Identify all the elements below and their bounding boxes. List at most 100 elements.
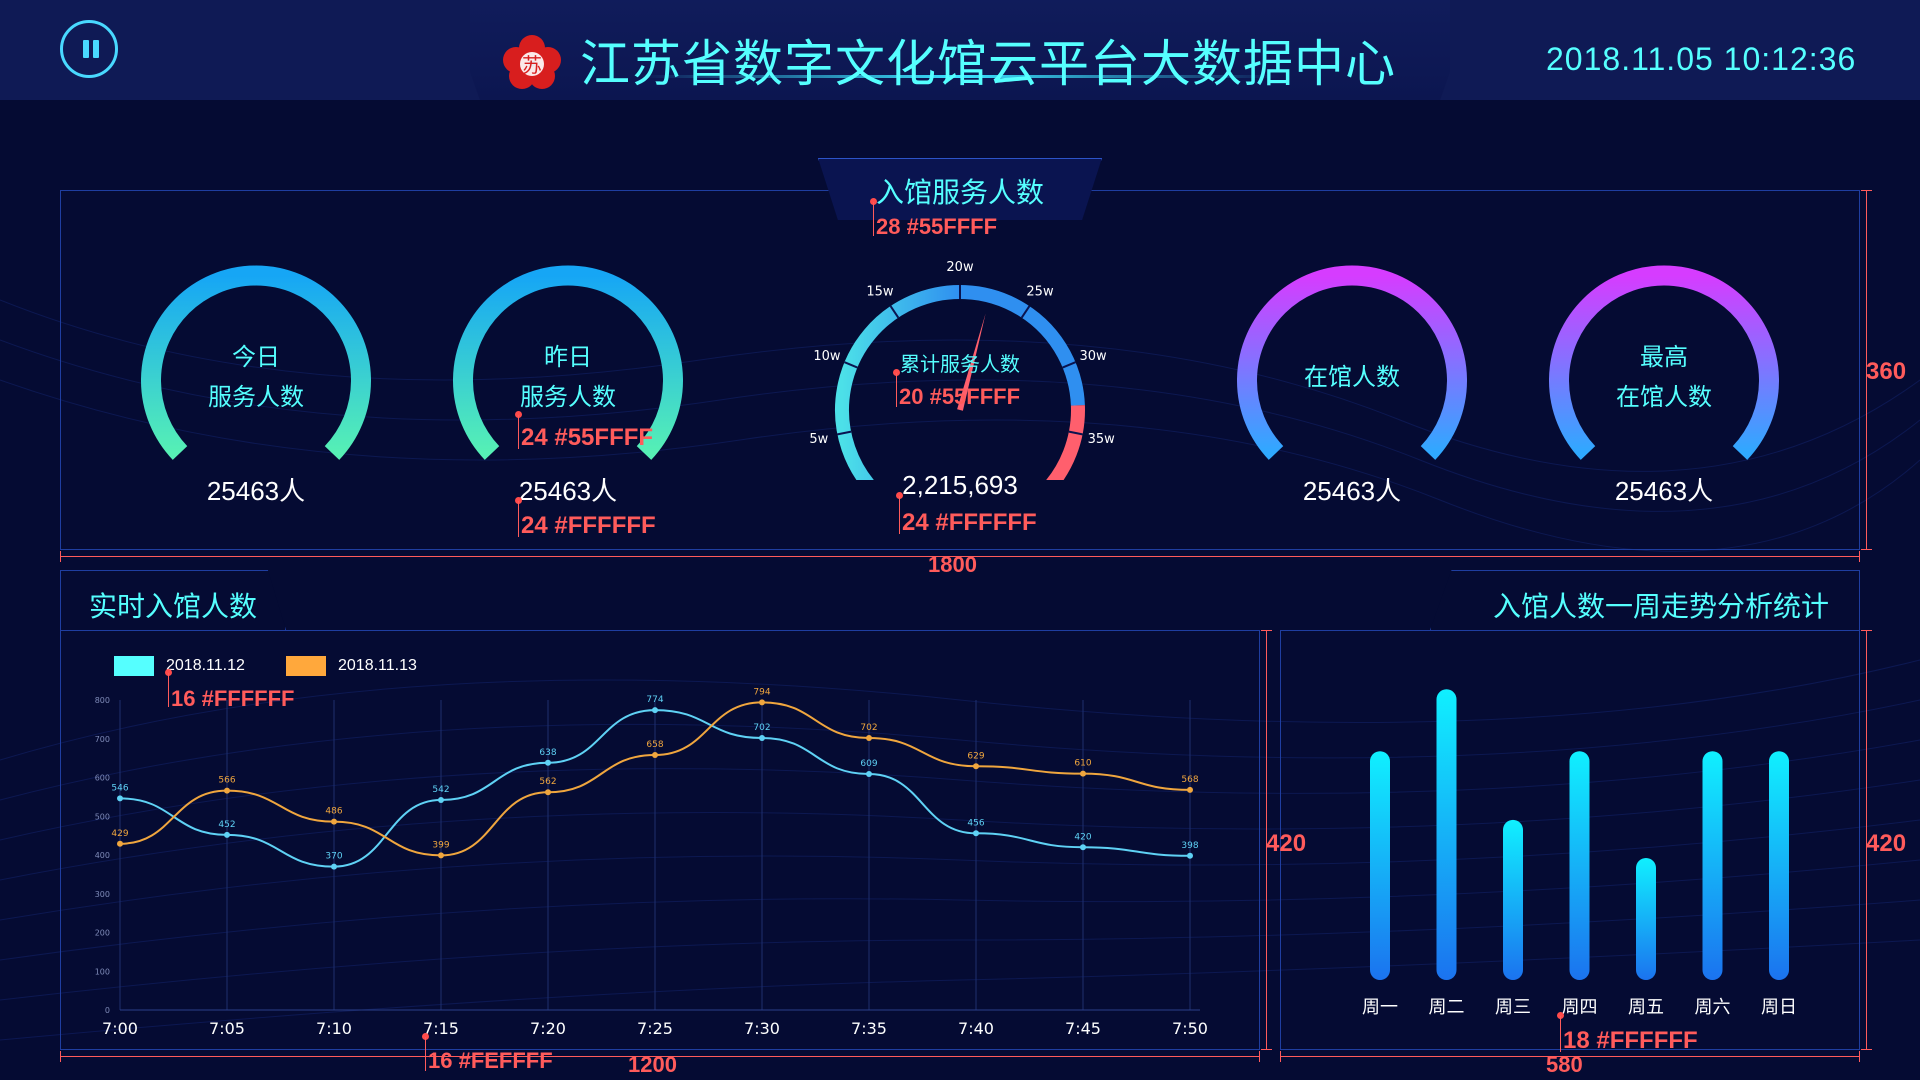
dimension-line xyxy=(60,551,1860,562)
dimension-line xyxy=(1861,630,1872,1050)
y-tick-label: 300 xyxy=(95,890,110,899)
gauge-label: 服务人数 xyxy=(208,384,304,411)
data-label: 774 xyxy=(646,695,663,705)
realtime-panel-title: 实时入馆人数 xyxy=(89,591,258,622)
realtime-panel-tab: 实时入馆人数 xyxy=(60,570,286,630)
gauge-label: 昨日 xyxy=(544,344,592,371)
x-tick-label: 7:00 xyxy=(102,1019,138,1038)
bar xyxy=(1436,689,1457,980)
data-label: 452 xyxy=(218,820,235,830)
datetime: 2018.11.05 10:12:36 xyxy=(1546,41,1857,77)
category-label: 周一 xyxy=(1362,997,1398,1018)
data-label: 702 xyxy=(753,723,770,733)
gauge-yesterday: 昨日 服务人数 25463人 xyxy=(450,258,686,508)
data-point xyxy=(331,863,337,870)
gauge-label: 在馆人数 xyxy=(1304,364,1400,391)
data-point xyxy=(545,759,551,766)
annotation-leader xyxy=(168,673,169,707)
data-point xyxy=(224,787,230,794)
gauge-label: 服务人数 xyxy=(520,384,616,411)
data-label: 546 xyxy=(111,783,128,793)
category-label: 周五 xyxy=(1628,997,1664,1018)
x-tick-label: 7:30 xyxy=(744,1019,780,1038)
speedometer: 05w10w15w20w25w30w35w40w 累计服务人数 2,215,69… xyxy=(790,250,1130,550)
speedometer-tick-label: 5w xyxy=(809,432,828,447)
x-tick-label: 7:40 xyxy=(958,1019,994,1038)
data-point xyxy=(652,707,658,714)
data-point xyxy=(1080,770,1086,777)
legend-item: 2018.11.13 xyxy=(286,656,417,676)
data-label: 638 xyxy=(539,748,556,758)
page-title: 江苏省数字文化馆云平台大数据中心 xyxy=(580,36,1396,92)
gauge-label: 最高 xyxy=(1640,344,1688,371)
annotation-leader xyxy=(518,501,519,537)
y-tick-label: 500 xyxy=(95,812,110,821)
bar xyxy=(1769,751,1789,980)
service-panel-tab: 入馆服务人数 xyxy=(818,158,1102,220)
gauge-peak: 最高 在馆人数 25463人 xyxy=(1546,258,1782,508)
y-tick-label: 100 xyxy=(95,967,110,976)
bar xyxy=(1370,751,1390,980)
legend-label: 2018.11.12 xyxy=(166,657,245,674)
bar xyxy=(1702,751,1723,980)
data-label: 456 xyxy=(967,818,984,828)
logo-text: 苏 xyxy=(522,53,542,77)
x-tick-label: 7:25 xyxy=(637,1019,673,1038)
data-point xyxy=(117,840,123,847)
legend-swatch xyxy=(286,656,326,676)
service-panel-title: 入馆服务人数 xyxy=(875,177,1044,208)
data-label: 429 xyxy=(111,829,128,839)
data-point xyxy=(652,752,658,759)
speedometer-tick-label: 25w xyxy=(1026,284,1054,299)
y-tick-label: 400 xyxy=(95,851,110,860)
data-point xyxy=(866,771,872,778)
data-label: 794 xyxy=(753,687,770,697)
week-bar-chart: 周一 周二 周三 周四 周五 周六 周日 xyxy=(1362,689,1797,1018)
speedometer-tick-label: 15w xyxy=(866,284,894,299)
annotation-leader xyxy=(425,1037,426,1071)
annotation-leader xyxy=(896,373,897,407)
y-tick-label: 600 xyxy=(95,774,110,783)
category-label: 周六 xyxy=(1695,997,1731,1018)
gauge-label: 今日 xyxy=(232,344,280,371)
logo: 苏 xyxy=(503,35,561,89)
data-point xyxy=(117,795,123,802)
data-label: 609 xyxy=(860,759,877,769)
data-point xyxy=(973,763,979,770)
data-label: 658 xyxy=(646,740,663,750)
data-point xyxy=(331,818,337,825)
speedometer-value: 2,215,693 xyxy=(902,470,1018,500)
y-tick-label: 700 xyxy=(95,735,110,744)
legend-item: 2018.11.12 xyxy=(114,656,245,676)
x-tick-label: 7:50 xyxy=(1172,1019,1208,1038)
pause-button[interactable] xyxy=(60,20,118,78)
x-tick-label: 7:05 xyxy=(209,1019,245,1038)
speedometer-tick-label: 20w xyxy=(946,260,974,275)
data-label: 568 xyxy=(1181,775,1198,785)
bar xyxy=(1636,858,1656,980)
data-point xyxy=(759,734,765,741)
data-label: 566 xyxy=(218,776,235,786)
data-point xyxy=(438,796,444,803)
data-label: 542 xyxy=(432,785,449,795)
category-label: 周二 xyxy=(1429,997,1465,1018)
week-panel-title: 入馆人数一周走势分析统计 xyxy=(1492,591,1829,622)
data-point xyxy=(1187,852,1193,859)
category-label: 周三 xyxy=(1495,997,1531,1018)
gauge-value: 25463人 xyxy=(1614,476,1714,506)
data-point xyxy=(224,831,230,838)
gauge-value: 25463人 xyxy=(1302,476,1402,506)
data-point xyxy=(1187,786,1193,793)
week-panel-tab: 入馆人数一周走势分析统计 xyxy=(1430,570,1860,630)
dimension-line xyxy=(1861,190,1872,550)
annotation-leader xyxy=(873,202,874,236)
gauge-today: 今日 服务人数 25463人 xyxy=(138,258,374,508)
data-label: 562 xyxy=(539,777,556,787)
dimension-line xyxy=(1280,1051,1860,1062)
gauge-in-venue: 在馆人数 25463人 xyxy=(1234,258,1470,508)
data-point xyxy=(866,734,872,741)
legend-swatch xyxy=(114,656,154,676)
gauge-value: 25463人 xyxy=(206,476,306,506)
x-tick-label: 7:10 xyxy=(316,1019,352,1038)
data-point xyxy=(545,789,551,796)
